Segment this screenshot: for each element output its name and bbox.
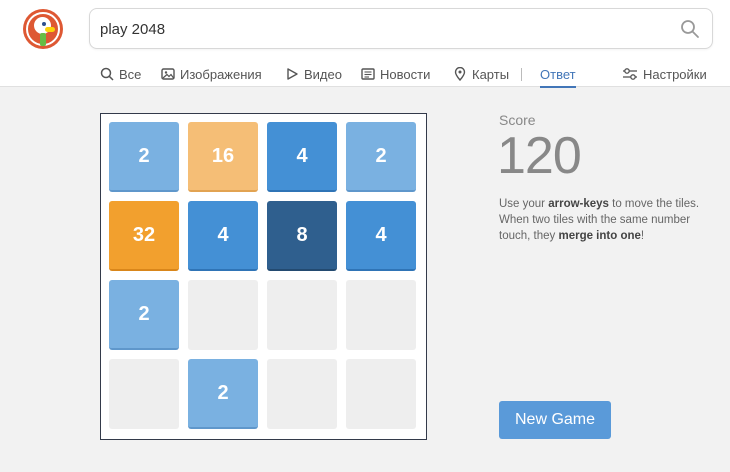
- nav-divider: [521, 68, 522, 81]
- tab-news[interactable]: Новости: [361, 62, 430, 86]
- tile-2: 2: [188, 359, 258, 429]
- search-icon: [100, 67, 114, 81]
- empty-cell: [346, 359, 416, 429]
- tile-4: 4: [267, 122, 337, 192]
- tab-label: Новости: [380, 66, 431, 82]
- tile-16: 16: [188, 122, 258, 192]
- image-icon: [161, 68, 175, 80]
- settings-sliders-icon: [623, 68, 637, 80]
- map-pin-icon: [454, 67, 466, 81]
- tab-answer[interactable]: Ответ: [540, 62, 576, 88]
- header: Все Изображения Видео Новости Карты Отве…: [0, 0, 730, 88]
- new-game-button[interactable]: New Game: [499, 401, 611, 439]
- tab-settings[interactable]: Настройки: [622, 62, 707, 86]
- game-board[interactable]: 2 16 4 2 32 4 8 4 2 2: [100, 113, 427, 440]
- tile-2: 2: [109, 122, 179, 192]
- tab-label: Изображения: [180, 66, 262, 82]
- tab-all[interactable]: Все: [100, 62, 141, 86]
- search-box: [89, 8, 713, 49]
- search-nav: Все Изображения Видео Новости Карты Отве…: [0, 58, 730, 88]
- empty-cell: [188, 280, 258, 350]
- search-input[interactable]: [100, 18, 660, 40]
- tab-label: Карты: [472, 66, 510, 82]
- tab-label: Ответ: [540, 66, 576, 82]
- newspaper-icon: [361, 68, 375, 80]
- empty-cell: [267, 280, 337, 350]
- tile-4: 4: [188, 201, 258, 271]
- tab-maps[interactable]: Карты: [453, 62, 509, 86]
- empty-cell: [109, 359, 179, 429]
- tab-images[interactable]: Изображения: [161, 62, 262, 86]
- tile-8: 8: [267, 201, 337, 271]
- instructions: Use your arrow-keys to move the tiles. W…: [499, 198, 700, 242]
- play-icon: [287, 68, 298, 80]
- tile-4: 4: [346, 201, 416, 271]
- tile-32: 32: [109, 201, 179, 271]
- duckduckgo-logo-icon[interactable]: [23, 9, 63, 49]
- tab-label: Видео: [304, 66, 342, 82]
- tab-videos[interactable]: Видео: [285, 62, 342, 86]
- tab-label: Все: [119, 66, 142, 82]
- tile-2: 2: [109, 280, 179, 350]
- tab-label: Настройки: [643, 66, 707, 82]
- search-icon[interactable]: [680, 19, 700, 39]
- tile-2: 2: [346, 122, 416, 192]
- empty-cell: [267, 359, 337, 429]
- score-value: 120: [497, 127, 582, 185]
- empty-cell: [346, 280, 416, 350]
